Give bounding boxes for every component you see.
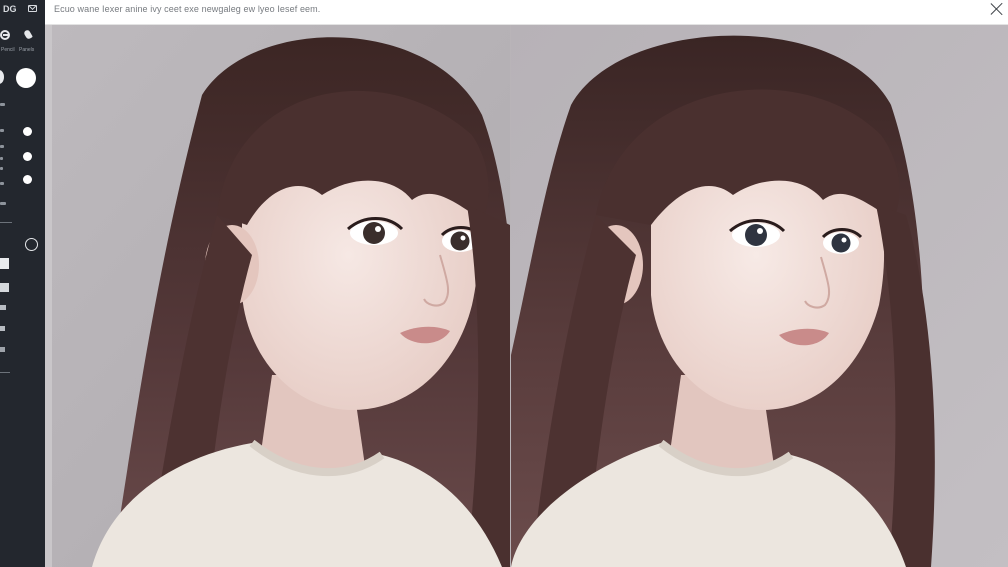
portrait-illustration: [52, 25, 510, 567]
mail-icon[interactable]: [28, 5, 37, 12]
circle-tool-icon[interactable]: [25, 238, 38, 251]
tool-label-panels: Panels: [19, 47, 35, 53]
square-swatch-icon[interactable]: [0, 347, 5, 352]
brush-size-large-icon[interactable]: [16, 68, 36, 88]
tool-label-pencil: Pencil: [1, 47, 15, 53]
square-swatch-icon[interactable]: [0, 258, 9, 269]
brush-tool-icon[interactable]: [23, 29, 33, 40]
slider-tick-icon: [0, 167, 3, 170]
slider-tick-icon: [0, 129, 4, 132]
divider: [0, 372, 10, 373]
divider: [0, 222, 12, 223]
before-image[interactable]: [52, 25, 510, 567]
square-swatch-icon[interactable]: [0, 305, 6, 310]
brush-size-small-icon[interactable]: [23, 152, 32, 161]
square-swatch-icon[interactable]: [0, 326, 5, 331]
prompt-text[interactable]: Ecuo wane Iexer anine ivy ceet exe newga…: [54, 4, 320, 14]
after-image[interactable]: [511, 25, 1008, 567]
brush-size-medium-icon[interactable]: [23, 127, 32, 136]
slider-tick-icon: [0, 202, 6, 205]
portrait-illustration: [511, 25, 1008, 567]
square-swatch-icon[interactable]: [0, 283, 9, 292]
tool-sidebar: DG Pencil Panels: [0, 0, 45, 567]
brush-preview-icon: [0, 70, 4, 84]
image-canvas: [45, 25, 1008, 567]
slider-tick-icon: [0, 103, 5, 106]
sidebar-title: DG: [3, 4, 17, 14]
brush-size-tiny-icon[interactable]: [23, 175, 32, 184]
prompt-bar: Ecuo wane Iexer anine ivy ceet exe newga…: [45, 0, 1008, 25]
slider-tick-icon: [0, 182, 4, 185]
slider-tick-icon: [0, 145, 4, 148]
slider-tick-icon: [0, 157, 3, 160]
close-icon[interactable]: [990, 2, 1004, 16]
sidebar-header: DG: [0, 0, 45, 20]
erase-tool-icon[interactable]: [0, 30, 10, 40]
